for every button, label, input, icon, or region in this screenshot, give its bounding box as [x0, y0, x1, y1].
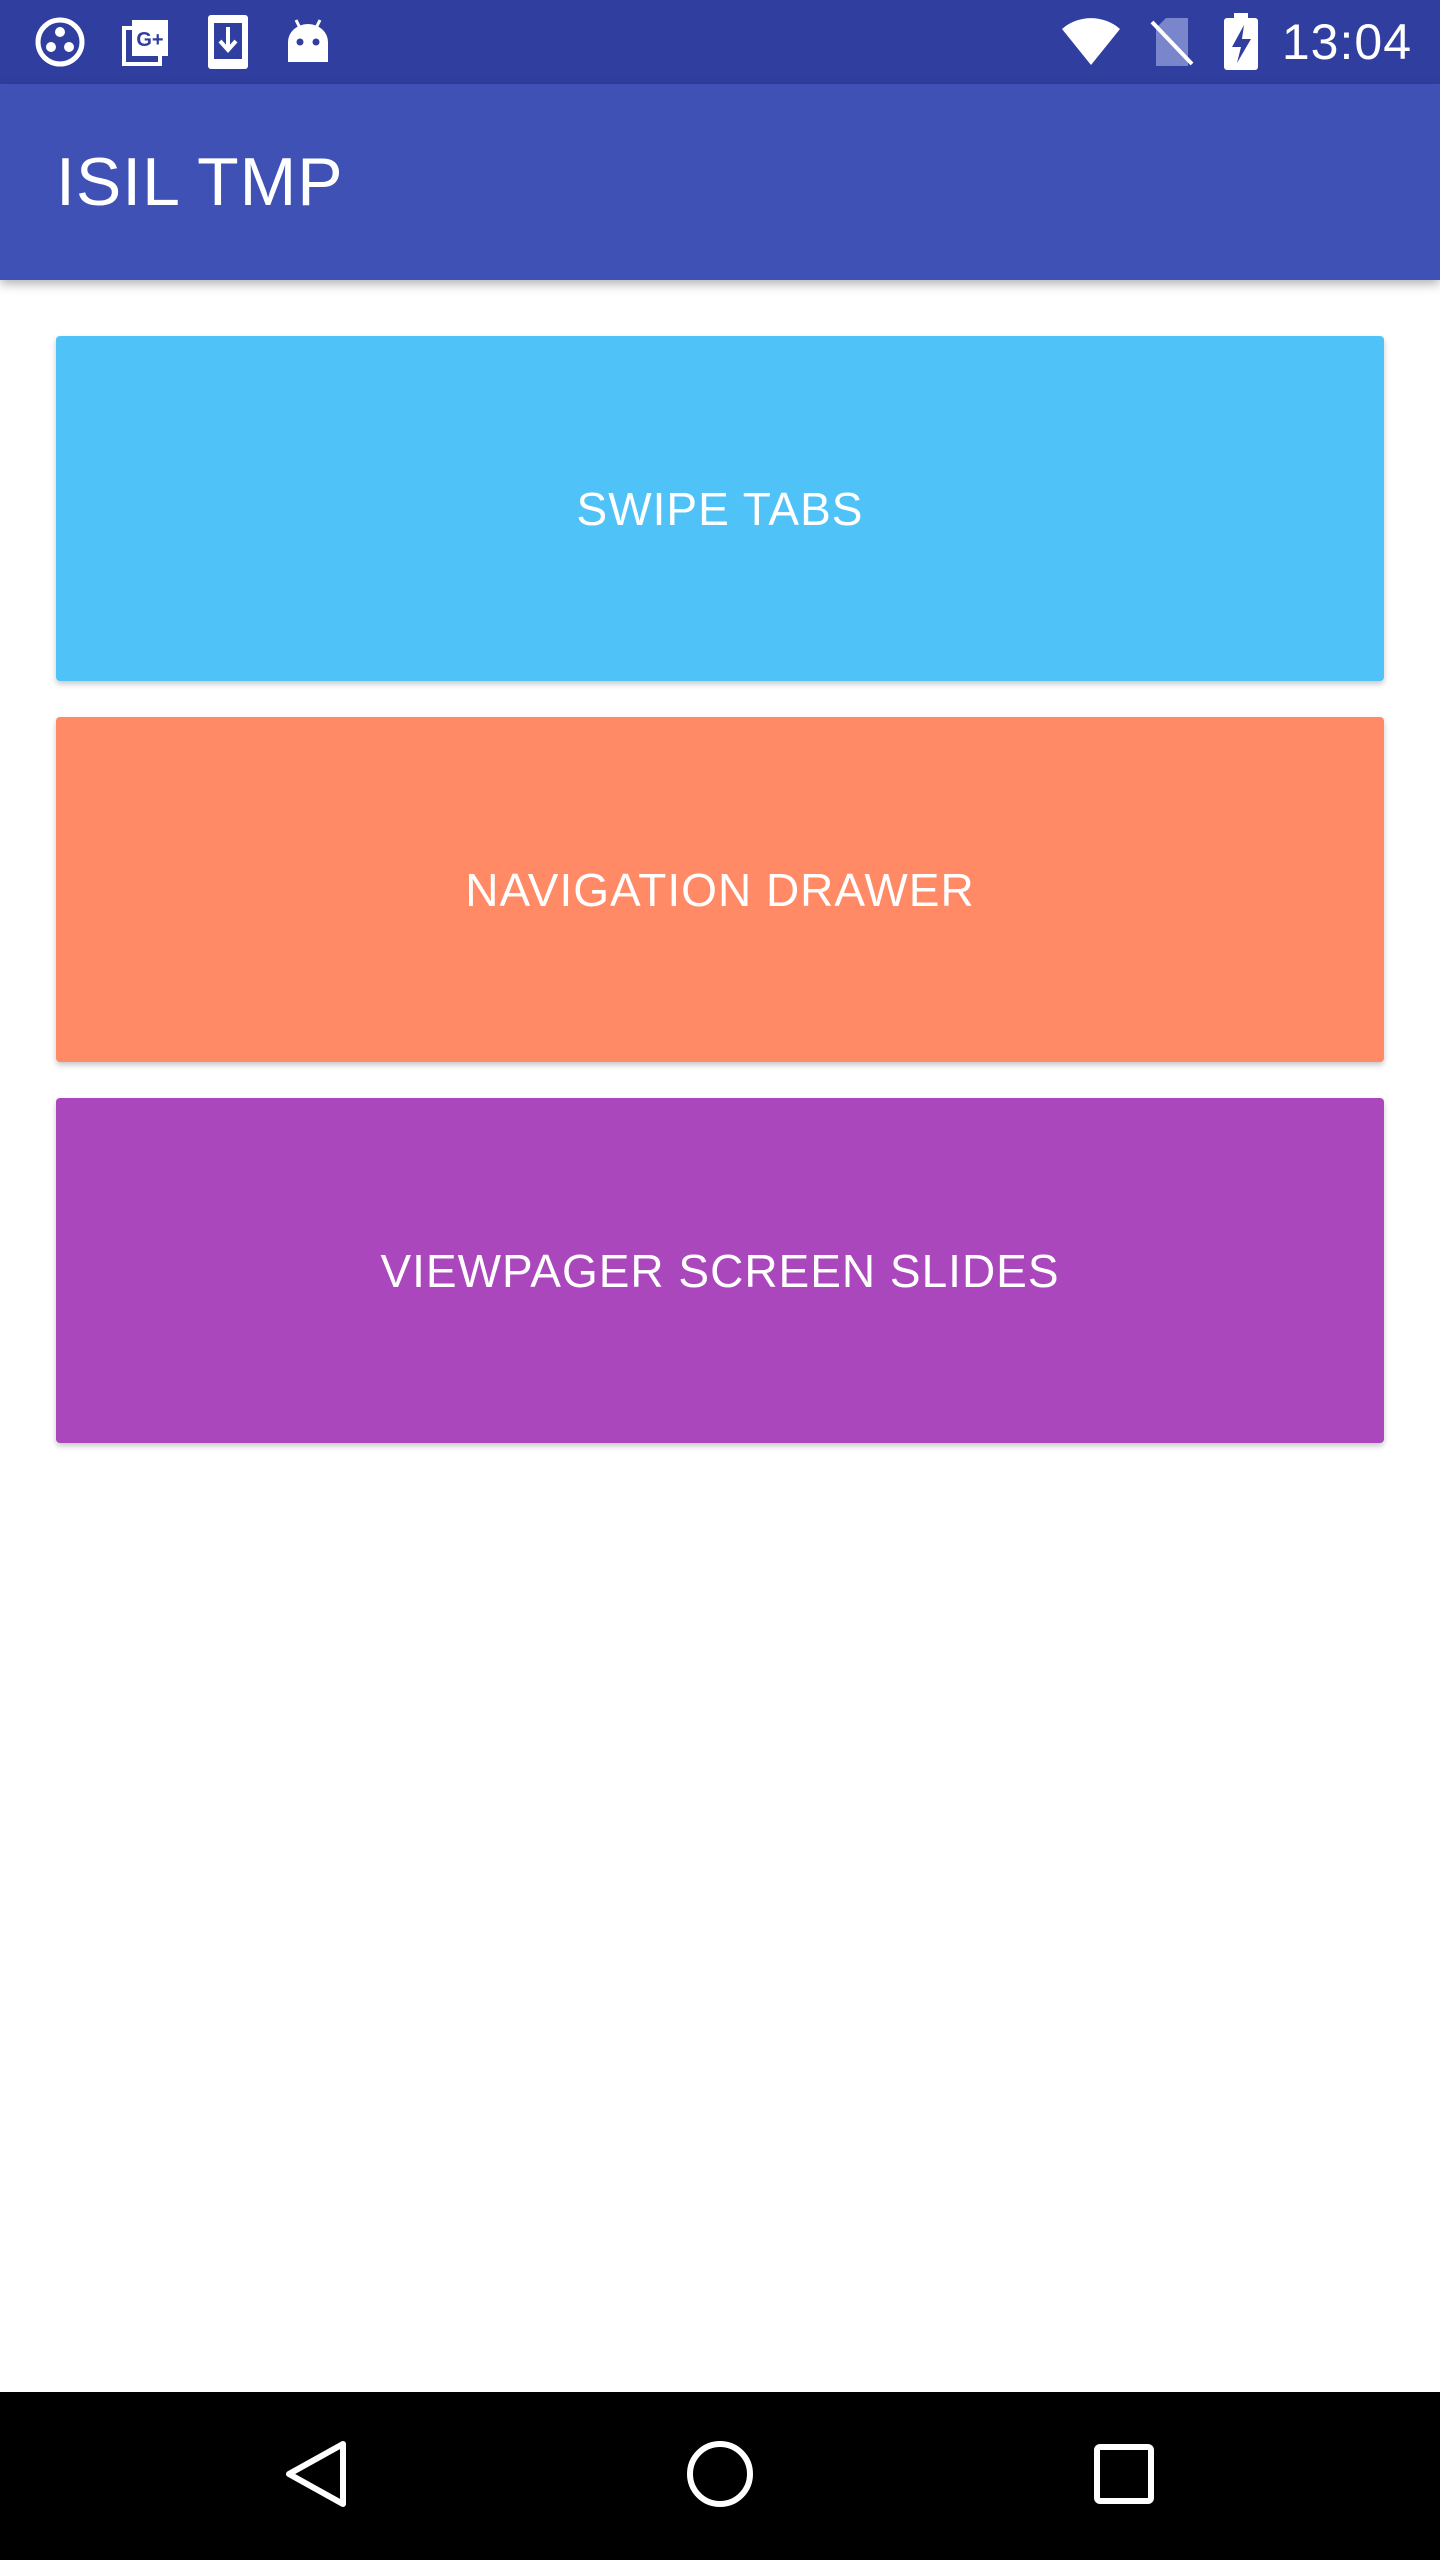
community-icon [34, 16, 86, 68]
wifi-icon [1060, 17, 1122, 67]
home-button[interactable] [636, 2392, 804, 2560]
swipe-tabs-button[interactable]: SWIPE TABS [56, 336, 1384, 681]
viewpager-screen-slides-button[interactable]: VIEWPAGER SCREEN SLIDES [56, 1098, 1384, 1443]
navigation-bar [0, 2392, 1440, 2560]
recents-button[interactable] [1040, 2392, 1208, 2560]
screen: G+ 13:04 ISIL TMP SWIPE TABS NAVIGATION … [0, 0, 1440, 2560]
google-plus-photos-icon: G+ [120, 16, 172, 68]
back-button[interactable] [232, 2392, 400, 2560]
svg-text:G+: G+ [136, 29, 163, 51]
system-icons: 13:04 [1034, 13, 1412, 71]
back-icon [283, 2438, 349, 2515]
status-bar: G+ 13:04 [0, 0, 1440, 84]
battery-charging-icon [1222, 13, 1260, 71]
no-sim-icon [1148, 16, 1196, 68]
app-title: ISIL TMP [56, 144, 344, 220]
download-icon [206, 13, 250, 71]
status-time: 13:04 [1281, 14, 1412, 70]
navigation-drawer-button[interactable]: NAVIGATION DRAWER [56, 717, 1384, 1062]
notification-icons: G+ [34, 13, 366, 71]
android-icon [284, 16, 332, 68]
recents-icon [1093, 2443, 1155, 2510]
home-icon [685, 2439, 755, 2514]
app-bar: ISIL TMP [0, 84, 1440, 280]
